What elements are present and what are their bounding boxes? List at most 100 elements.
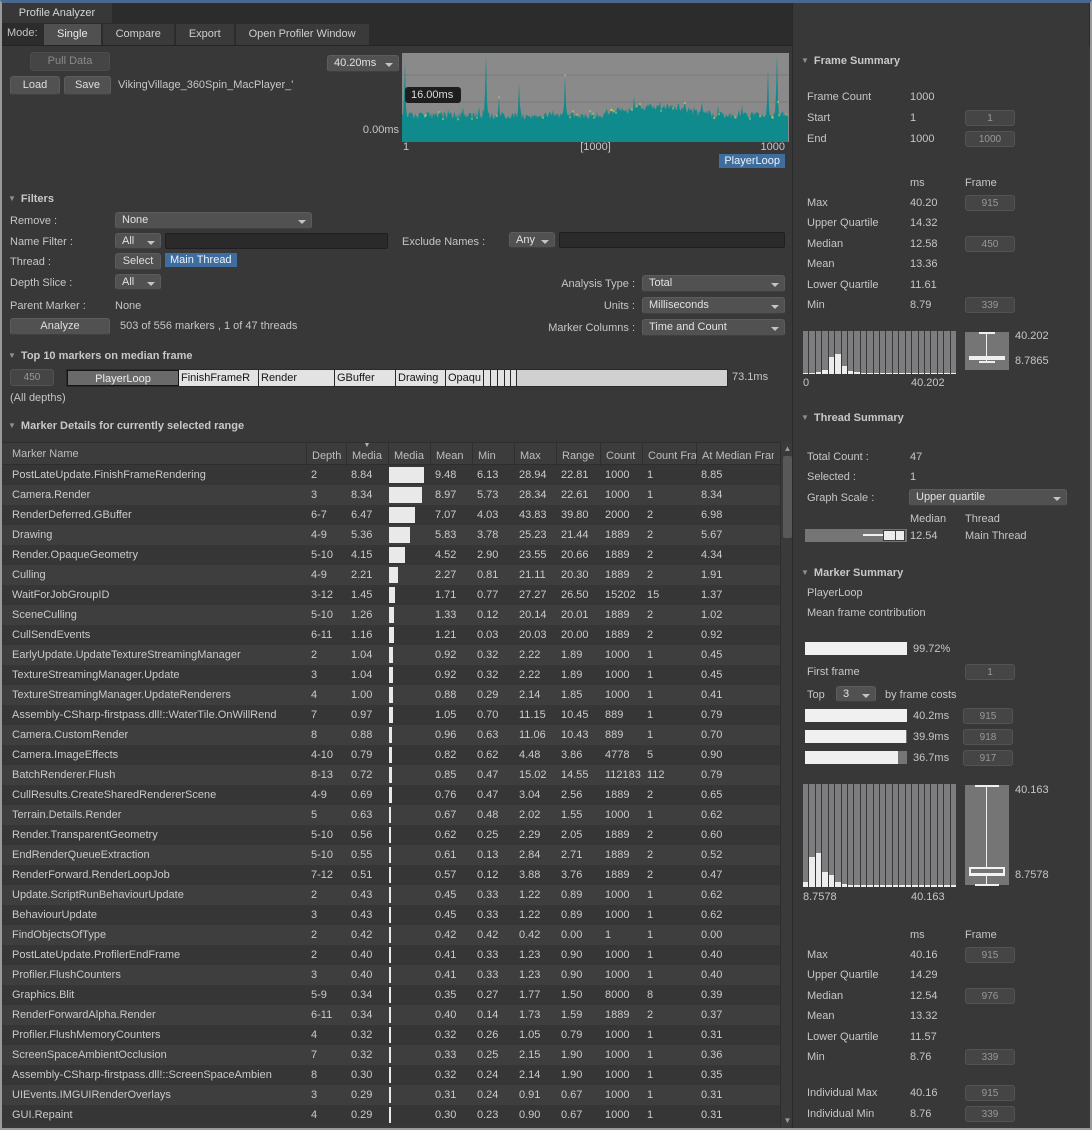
table-row[interactable]: PostLateUpdate.ProfilerEndFrame20.400.41… — [2, 945, 780, 965]
thread-summary-header[interactable]: ▼Thread Summary — [801, 412, 904, 424]
table-row[interactable]: PostLateUpdate.FinishFrameRendering28.84… — [2, 465, 780, 485]
load-button[interactable]: Load — [10, 76, 60, 95]
frame-jump-badge[interactable]: 1 — [965, 110, 1015, 126]
frame-jump-badge[interactable]: 450 — [965, 236, 1015, 252]
selected-marker-chip[interactable]: PlayerLoop — [719, 154, 785, 168]
frame-jump-badge[interactable]: 918 — [963, 729, 1013, 745]
frame-jump-badge[interactable]: 339 — [965, 1106, 1015, 1122]
frame-jump-badge[interactable]: 915 — [965, 195, 1015, 211]
filters-header[interactable]: ▼Filters — [8, 193, 54, 205]
top10-segment[interactable]: FinishFrameR — [179, 370, 259, 386]
table-row[interactable]: Graphics.Blit5-90.340.350.271.771.508000… — [2, 985, 780, 1005]
tab-profile-analyzer[interactable]: Profile Analyzer — [2, 3, 112, 23]
mode-export[interactable]: Export — [176, 24, 234, 45]
table-row[interactable]: Update.ScriptRunBehaviourUpdate20.430.45… — [2, 885, 780, 905]
median-frame-badge[interactable]: 450 — [10, 369, 54, 386]
table-row[interactable]: EndRenderQueueExtraction5-100.550.610.13… — [2, 845, 780, 865]
name-filter-mode-dropdown[interactable]: All — [115, 233, 161, 249]
marker-histogram[interactable] — [803, 784, 956, 887]
table-row[interactable]: UIEvents.IMGUIRenderOverlays30.290.310.2… — [2, 1085, 780, 1105]
table-row[interactable]: TextureStreamingManager.Update31.040.920… — [2, 665, 780, 685]
top10-segment[interactable]: Opaqu — [446, 370, 484, 386]
save-button[interactable]: Save — [64, 76, 111, 95]
table-row[interactable]: BatchRenderer.Flush8-130.720.850.4715.02… — [2, 765, 780, 785]
top10-segment[interactable] — [491, 370, 498, 386]
table-row[interactable]: Drawing4-95.365.833.7825.2321.44188925.6… — [2, 525, 780, 545]
table-row[interactable]: FindObjectsOfType20.420.420.420.420.0011… — [2, 925, 780, 945]
name-filter-input[interactable] — [165, 233, 388, 249]
column-header[interactable]: Media — [388, 443, 430, 466]
top10-segment[interactable] — [484, 370, 491, 386]
column-header[interactable]: Marker Name — [2, 443, 306, 466]
frame-jump-badge[interactable]: 915 — [965, 1085, 1015, 1101]
table-row[interactable]: Profiler.FlushMemoryCounters40.320.320.2… — [2, 1025, 780, 1045]
frame-jump-badge[interactable]: 917 — [963, 750, 1013, 766]
frame-jump-badge[interactable]: 976 — [965, 988, 1015, 1004]
table-row[interactable]: Camera.CustomRender80.880.960.6311.0610.… — [2, 725, 780, 745]
mode-open-profiler-window[interactable]: Open Profiler Window — [236, 24, 369, 45]
pull-data-button[interactable]: Pull Data — [30, 52, 110, 71]
units-dropdown[interactable]: Milliseconds — [642, 297, 785, 314]
exclude-names-input[interactable] — [559, 232, 785, 248]
mode-compare[interactable]: Compare — [103, 24, 174, 45]
table-row[interactable]: ScreenSpaceAmbientOcclusion70.320.330.25… — [2, 1045, 780, 1065]
table-row[interactable]: Culling4-92.212.270.8121.1120.30188921.9… — [2, 565, 780, 585]
column-header[interactable]: Count Frame — [642, 443, 696, 466]
column-header[interactable]: Count — [600, 443, 642, 466]
marker-details-header[interactable]: ▼Marker Details for currently selected r… — [8, 420, 244, 432]
frame-jump-badge[interactable]: 915 — [963, 708, 1013, 724]
table-row[interactable]: Profiler.FlushCounters30.400.410.331.230… — [2, 965, 780, 985]
table-row[interactable]: Render.OpaqueGeometry5-104.154.522.9023.… — [2, 545, 780, 565]
table-row[interactable]: Terrain.Details.Render50.630.670.482.021… — [2, 805, 780, 825]
depth-slice-dropdown[interactable]: All — [115, 274, 161, 290]
table-row[interactable]: WaitForJobGroupID3-121.451.710.7727.2726… — [2, 585, 780, 605]
thread-selection-chip[interactable]: Main Thread — [165, 253, 237, 267]
table-row[interactable]: SceneCulling5-101.261.330.1220.1420.0118… — [2, 605, 780, 625]
top10-segment[interactable]: Drawing — [396, 370, 446, 386]
column-header[interactable]: At Median Frame — [696, 443, 774, 466]
frame-jump-badge[interactable]: 339 — [965, 1049, 1015, 1065]
table-row[interactable]: EarlyUpdate.UpdateTextureStreamingManage… — [2, 645, 780, 665]
table-row[interactable]: RenderForwardAlpha.Render6-110.340.400.1… — [2, 1005, 780, 1025]
column-header[interactable]: Max — [514, 443, 556, 466]
graph-scale-dropdown[interactable]: Upper quartile — [909, 489, 1067, 506]
thread-select-button[interactable]: Select — [115, 253, 161, 270]
table-row[interactable]: BehaviourUpdate30.430.450.331.220.891000… — [2, 905, 780, 925]
analysis-type-dropdown[interactable]: Total — [642, 275, 785, 292]
table-row[interactable]: Render.TransparentGeometry5-100.560.620.… — [2, 825, 780, 845]
table-row[interactable]: CullSendEvents6-111.161.210.0320.0320.00… — [2, 625, 780, 645]
table-row[interactable]: RenderForward.RenderLoopJob7-120.510.570… — [2, 865, 780, 885]
top10-header[interactable]: ▼Top 10 markers on median frame — [8, 350, 193, 362]
column-header[interactable]: Range — [556, 443, 600, 466]
exclude-mode-dropdown[interactable]: Any — [509, 232, 555, 248]
top10-segment[interactable]: GBuffer — [335, 370, 396, 386]
table-row[interactable]: Camera.Render38.348.975.7328.3422.611000… — [2, 485, 780, 505]
column-header[interactable]: Depth — [306, 443, 346, 466]
frame-histogram[interactable] — [803, 331, 956, 374]
mode-single[interactable]: Single — [44, 24, 101, 45]
table-row[interactable]: Camera.ImageEffects4-100.790.820.624.483… — [2, 745, 780, 765]
table-row[interactable]: Assembly-CSharp-firstpass.dll!::WaterTil… — [2, 705, 780, 725]
column-header[interactable]: Min — [472, 443, 514, 466]
table-row[interactable]: GUI.Repaint40.290.300.230.900.67100010.3… — [2, 1105, 780, 1125]
frame-jump-badge[interactable]: 1000 — [965, 131, 1015, 147]
scrollbar-thumb[interactable] — [783, 456, 792, 538]
frame-jump-badge[interactable]: 915 — [965, 947, 1015, 963]
table-row[interactable]: TextureStreamingManager.UpdateRenderers4… — [2, 685, 780, 705]
top10-segment[interactable] — [498, 370, 505, 386]
column-header[interactable]: ▼Media — [346, 443, 388, 466]
marker-columns-dropdown[interactable]: Time and Count — [642, 319, 785, 336]
table-row[interactable]: Assembly-CSharp-firstpass.dll!::ScreenSp… — [2, 1065, 780, 1085]
thread-name[interactable]: Main Thread — [965, 530, 1027, 542]
table-row[interactable]: RenderDeferred.GBuffer6-76.477.074.0343.… — [2, 505, 780, 525]
top10-segment[interactable]: PlayerLoop — [67, 370, 179, 386]
analyze-button[interactable]: Analyze — [10, 318, 110, 335]
remove-dropdown[interactable]: None — [115, 212, 312, 229]
column-header[interactable]: Mean — [430, 443, 472, 466]
marker-summary-header[interactable]: ▼Marker Summary — [801, 567, 903, 579]
table-row[interactable]: CullResults.CreateSharedRendererScene4-9… — [2, 785, 780, 805]
frame-jump-badge[interactable]: 339 — [965, 297, 1015, 313]
top10-segment[interactable]: Render — [259, 370, 335, 386]
graph-scale-dropdown[interactable]: 40.20ms — [327, 55, 399, 72]
first-frame-badge[interactable]: 1 — [965, 664, 1015, 680]
